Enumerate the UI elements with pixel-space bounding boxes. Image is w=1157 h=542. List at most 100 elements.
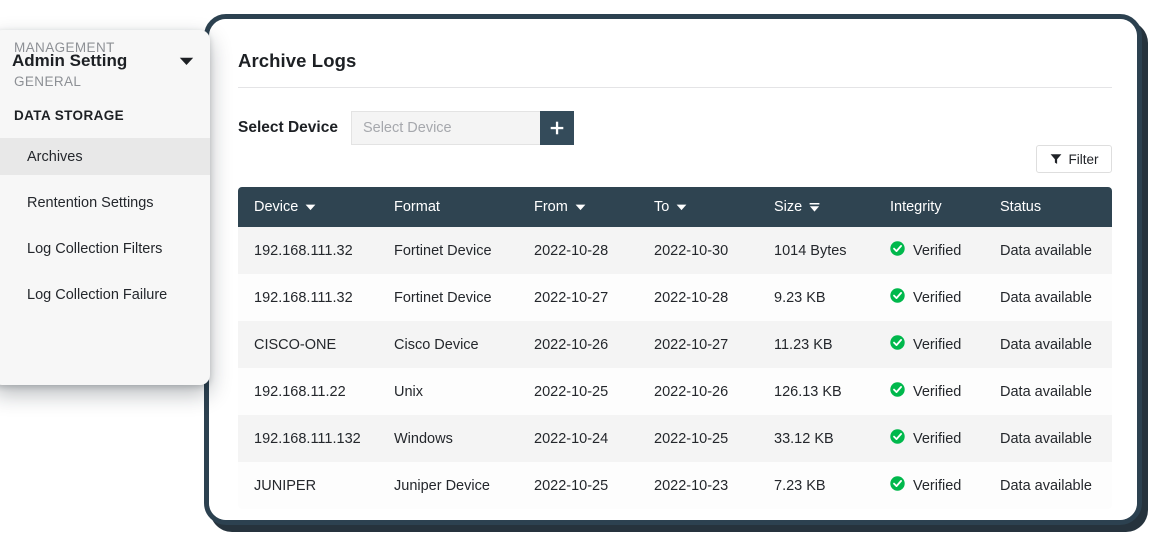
table-row[interactable]: JUNIPER Juniper Device 2022-10-25 2022-10-2… [238,462,1112,509]
column-header-status-label: Status [1000,199,1042,215]
main-content-card: Archive Logs Select Device Select Device… [204,14,1142,525]
integrity-label: Verified [913,242,962,259]
cell-status: Data available [1000,289,1092,306]
filter-button-label: Filter [1068,151,1099,167]
cell-size: 126.13 KB [774,383,842,400]
integrity-label: Verified [913,430,962,447]
filter-button[interactable]: Filter [1036,145,1112,173]
cell-status: Data available [1000,477,1092,494]
cell-size: 33.12 KB [774,430,834,447]
cell-format: Cisco Device [394,336,479,353]
cell-integrity: Verified [874,274,984,321]
funnel-icon [1050,153,1062,165]
cell-size: 1014 Bytes [774,242,847,259]
cell-format: Fortinet Device [394,242,492,259]
cell-from: 2022-10-28 [534,242,609,259]
table-row[interactable]: 192.168.11.22 Unix 2022-10-25 2022-10-26 126… [238,368,1112,415]
cell-device: 192.168.111.32 [254,242,353,259]
chevron-down-icon[interactable] [179,56,194,66]
column-header-format[interactable]: Format [378,187,518,227]
table-header: Device Format From To Size Integrity Sta… [238,187,1112,227]
column-header-size-label: Size [774,199,803,215]
column-header-to-label: To [654,199,670,215]
cell-from: 2022-10-25 [534,477,609,494]
cell-status: Data available [1000,383,1092,400]
cell-to: 2022-10-28 [654,289,729,306]
check-circle-icon [890,241,905,260]
cell-to: 2022-10-27 [654,336,729,353]
cell-from: 2022-10-27 [534,289,609,306]
column-header-integrity[interactable]: Integrity [874,187,984,227]
column-header-integrity-label: Integrity [890,199,942,215]
cell-to: 2022-10-23 [654,477,729,494]
sidebar-header[interactable]: Admin Setting [0,30,210,92]
cell-to: 2022-10-30 [654,242,729,259]
cell-from: 2022-10-24 [534,430,609,447]
sort-descending-icon [809,202,820,213]
check-circle-icon [890,476,905,495]
sidebar-section-data-storage-label: DATA STORAGE [14,107,125,123]
integrity-label: Verified [913,336,962,353]
cell-status: Data available [1000,242,1092,259]
cell-to: 2022-10-26 [654,383,729,400]
table-row[interactable]: 192.168.111.32 Fortinet Device 2022-10-27 2… [238,274,1112,321]
cell-size: 11.23 KB [774,336,833,353]
cell-from: 2022-10-25 [534,383,609,400]
main-content-inner: Archive Logs Select Device Select Device… [209,19,1137,520]
cell-integrity: Verified [874,415,984,462]
chevron-down-icon [305,203,316,211]
check-circle-icon [890,335,905,354]
table-header-row: Device Format From To Size Integrity Sta… [238,187,1112,227]
sidebar-item-rentention-settings[interactable]: Rentention Settings [0,184,210,221]
cell-integrity: Verified [874,462,984,509]
cell-format: Unix [394,383,424,400]
select-device-label: Select Device [238,119,338,136]
cell-status: Data available [1000,336,1092,353]
cell-format: Juniper Device [394,477,490,494]
column-header-to[interactable]: To [638,187,758,227]
table-row[interactable]: 192.168.111.32 Fortinet Device 2022-10-28 2… [238,227,1112,274]
sidebar-item-log-collection-failure[interactable]: Log Collection Failure [0,276,210,313]
sidebar-item-archives[interactable]: Archives [0,138,210,175]
column-header-device-label: Device [254,199,299,215]
sidebar-item-log-collection-filters-label: Log Collection Filters [27,240,163,257]
sidebar-section-data-storage[interactable]: DATA STORAGE [0,98,210,132]
sidebar-item-log-collection-failure-label: Log Collection Failure [27,286,168,303]
cell-device: 192.168.11.22 [254,383,346,400]
archive-logs-table-wrapper: Device Format From To Size Integrity Sta… [238,187,1112,509]
column-header-from-label: From [534,199,568,215]
table-row[interactable]: CISCO-ONE Cisco Device 2022-10-26 2022-10-2… [238,321,1112,368]
sidebar-item-log-collection-filters[interactable]: Log Collection Filters [0,230,210,267]
select-device-row: Select Device [238,111,574,145]
cell-device: 192.168.111.32 [254,289,353,306]
cell-size: 9.23 KB [774,289,826,306]
chevron-down-icon [575,203,586,211]
check-circle-icon [890,288,905,307]
cell-to: 2022-10-25 [654,430,729,447]
integrity-label: Verified [913,477,962,494]
chevron-down-icon [676,203,687,211]
sidebar-title: Admin Setting [12,51,128,70]
column-header-size[interactable]: Size [758,187,874,227]
cell-format: Fortinet Device [394,289,492,306]
integrity-label: Verified [913,289,962,306]
cell-integrity: Verified [874,227,984,274]
column-header-from[interactable]: From [518,187,638,227]
select-device-input[interactable] [350,111,540,145]
cell-device: CISCO-ONE [254,336,337,353]
cell-from: 2022-10-26 [534,336,609,353]
column-header-status[interactable]: Status [984,187,1112,227]
column-header-device[interactable]: Device [238,187,378,227]
table-row[interactable]: 192.168.111.132 Windows 2022-10-24 2022-10-… [238,415,1112,462]
cell-format: Windows [394,430,453,447]
cell-status: Data available [1000,430,1092,447]
archive-logs-table: Device Format From To Size Integrity Sta… [238,187,1112,509]
admin-setting-sidebar: Admin Setting MANAGEMENT GENERAL DATA ST… [0,30,210,385]
page-title: Archive Logs [238,50,357,71]
screenshot-root: Archive Logs Select Device Select Device… [0,0,1157,542]
add-device-button[interactable] [539,111,574,145]
check-circle-icon [890,429,905,448]
